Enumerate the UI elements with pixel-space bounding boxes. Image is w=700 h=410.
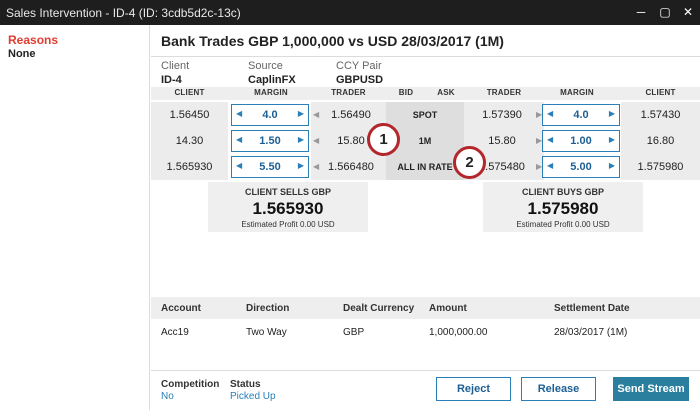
col-direction: Direction <box>246 303 290 314</box>
close-icon[interactable]: ✕ <box>680 4 696 20</box>
col-bid-client: CLIENT <box>174 88 205 97</box>
increment-icon[interactable]: ▶ <box>609 109 615 118</box>
increment-icon[interactable]: ▶ <box>609 161 615 170</box>
rate-grid-header: CLIENT MARGIN TRADER BID ASK TRADER MARG… <box>151 87 700 100</box>
main-panel: Bank Trades GBP 1,000,000 vs USD 28/03/2… <box>151 25 700 410</box>
competition-value: No <box>161 391 174 402</box>
deal-table-header: Account Direction Dealt Currency Amount … <box>151 297 700 319</box>
trader-left-arrow-icon[interactable]: ◀ <box>313 136 319 145</box>
reasons-title: Reasons <box>8 33 59 47</box>
trader-left-arrow-icon[interactable]: ◀ <box>313 110 319 119</box>
title-bar: Sales Intervention - ID-4 (ID: 3cdb5d2c-… <box>0 0 700 25</box>
col-settlement-date: Settlement Date <box>554 303 630 314</box>
callout-marker-1: 1 <box>367 123 400 156</box>
release-button[interactable]: Release <box>521 377 596 401</box>
account-value: Acc19 <box>161 327 189 338</box>
client-buys-panel[interactable]: CLIENT BUYS GBP 1.575980 Estimated Profi… <box>483 182 643 232</box>
col-bid: BID <box>398 88 414 97</box>
col-amount: Amount <box>429 303 467 314</box>
dealt-currency-value: GBP <box>343 327 365 338</box>
bid-client-value: 1.56450 <box>169 109 210 121</box>
bid-margin-value[interactable]: 5.50 <box>232 161 308 173</box>
divider <box>151 370 700 371</box>
increment-icon[interactable]: ▶ <box>298 161 304 170</box>
quote-value: 1.575980 <box>527 199 599 218</box>
client-sells-panel[interactable]: CLIENT SELLS GBP 1.565930 Estimated Prof… <box>208 182 368 232</box>
info-value: CaplinFX <box>248 74 296 86</box>
info-label: Client <box>161 60 190 72</box>
col-ask-margin: MARGIN <box>560 88 594 97</box>
rate-row-1m: 14.30 ◀ 1.50 ▶ ◀ 15.80 1M 15.80 ▶ ◀ 1.00… <box>151 128 700 154</box>
info-value: ID-4 <box>161 74 182 86</box>
ask-trader-value: 1.57390 <box>482 109 522 121</box>
direction-value: Two Way <box>246 327 287 338</box>
ask-margin-stepper[interactable]: ◀ 1.00 ▶ <box>542 130 620 152</box>
ask-margin-value[interactable]: 5.00 <box>543 161 619 173</box>
info-label: CCY Pair <box>336 60 382 72</box>
increment-icon[interactable]: ▶ <box>298 135 304 144</box>
bid-client-value: 14.30 <box>175 135 204 147</box>
increment-icon[interactable]: ▶ <box>609 135 615 144</box>
divider <box>151 56 700 57</box>
rate-row-all-in: 1.565930 ◀ 5.50 ▶ ◀ 1.566480 ALL IN RATE… <box>151 154 700 180</box>
col-ask-client: CLIENT <box>645 88 676 97</box>
quote-title: CLIENT BUYS GBP <box>521 187 604 197</box>
col-bid-trader: TRADER <box>331 88 366 97</box>
send-stream-button[interactable]: Send Stream <box>613 377 689 401</box>
minimize-icon[interactable]: ─ <box>633 4 649 20</box>
bid-margin-stepper[interactable]: ◀ 1.50 ▶ <box>231 130 309 152</box>
table-row: Acc19 Two Way GBP 1,000,000.00 28/03/201… <box>151 319 700 343</box>
rate-row-spot: 1.56450 ◀ 4.0 ▶ ◀ 1.56490 SPOT 1.57390 ▶… <box>151 102 700 128</box>
trader-left-arrow-icon[interactable]: ◀ <box>313 162 319 171</box>
window-title: Sales Intervention - ID-4 (ID: 3cdb5d2c-… <box>6 6 241 20</box>
increment-icon[interactable]: ▶ <box>298 109 304 118</box>
ask-client-value: 1.57430 <box>640 109 681 121</box>
bid-margin-stepper[interactable]: ◀ 4.0 ▶ <box>231 104 309 126</box>
col-account: Account <box>161 303 201 314</box>
ask-client-value: 1.575980 <box>637 161 684 173</box>
bid-margin-value[interactable]: 1.50 <box>232 135 308 147</box>
quote-title: CLIENT SELLS GBP <box>244 187 331 197</box>
col-dealt-currency: Dealt Currency <box>343 303 415 314</box>
ask-margin-value[interactable]: 4.0 <box>543 109 619 121</box>
info-label: Source <box>248 60 283 72</box>
amount-value: 1,000,000.00 <box>429 327 488 338</box>
info-source: Source CaplinFX <box>248 60 296 86</box>
col-bid-margin: MARGIN <box>254 88 288 97</box>
competition-label: Competition <box>161 379 220 390</box>
bid-trader-value: 1.566480 <box>328 161 374 173</box>
ask-trader-value: 15.80 <box>488 135 516 147</box>
info-ccy-pair: CCY Pair GBPUSD <box>336 60 383 86</box>
col-ask-trader: TRADER <box>486 88 522 97</box>
page-title: Bank Trades GBP 1,000,000 vs USD 28/03/2… <box>161 33 504 49</box>
bid-margin-value[interactable]: 4.0 <box>232 109 308 121</box>
col-ask: ASK <box>437 88 455 97</box>
bid-margin-stepper[interactable]: ◀ 5.50 ▶ <box>231 156 309 178</box>
reject-button[interactable]: Reject <box>436 377 511 401</box>
quote-value: 1.565930 <box>252 199 324 218</box>
ask-margin-stepper[interactable]: ◀ 5.00 ▶ <box>542 156 620 178</box>
sidebar: Reasons None <box>0 25 150 410</box>
ask-margin-stepper[interactable]: ◀ 4.0 ▶ <box>542 104 620 126</box>
ask-margin-value[interactable]: 1.00 <box>543 135 619 147</box>
reasons-value: None <box>8 48 36 60</box>
tenor-label: ALL IN RATE <box>386 154 464 180</box>
bid-trader-value: 1.56490 <box>331 109 371 121</box>
estimated-profit: Estimated Profit 0.00 USD <box>241 220 335 229</box>
tenor-label: SPOT <box>386 102 464 128</box>
callout-marker-2: 2 <box>453 146 486 179</box>
bid-client-value: 1.565930 <box>166 161 213 173</box>
settlement-date-value: 28/03/2017 (1M) <box>554 327 628 338</box>
status-label: Status <box>230 379 261 390</box>
maximize-icon[interactable]: ▢ <box>657 4 673 20</box>
info-client: Client ID-4 <box>161 60 189 86</box>
status-value: Picked Up <box>230 391 276 402</box>
estimated-profit: Estimated Profit 0.00 USD <box>516 220 610 229</box>
ask-client-value: 16.80 <box>646 135 675 147</box>
info-value: GBPUSD <box>336 74 384 86</box>
